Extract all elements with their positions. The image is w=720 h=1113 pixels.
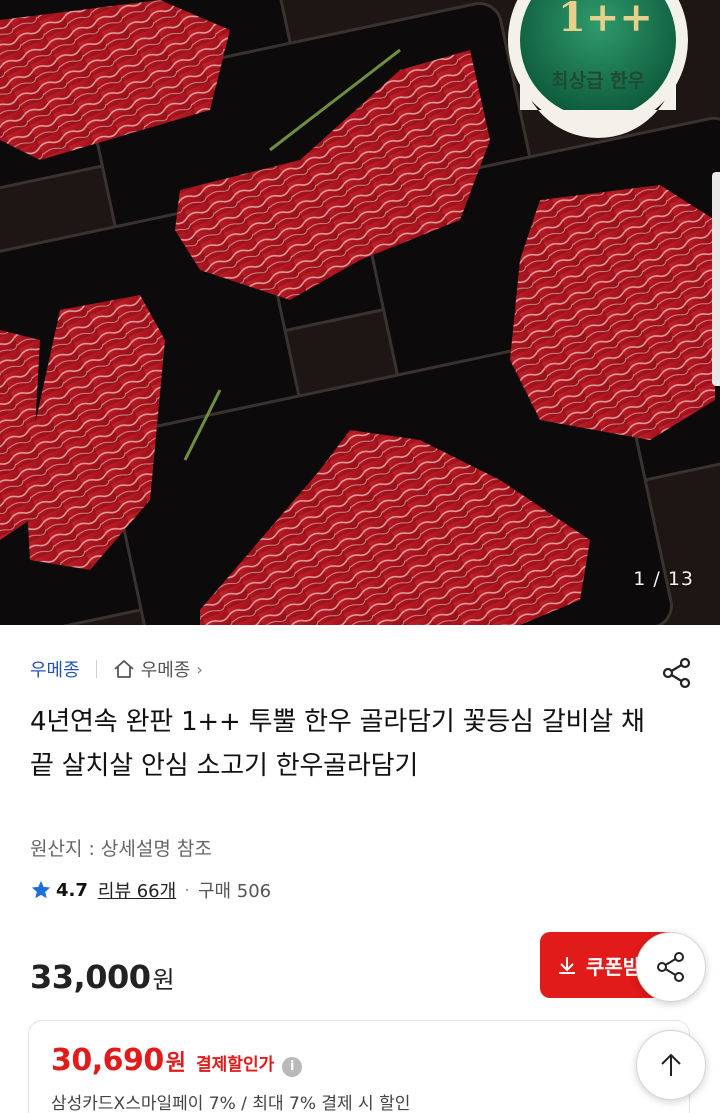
share-icon xyxy=(657,952,684,982)
seller-row: 우메종 우메종 › xyxy=(30,656,203,682)
share-icon[interactable] xyxy=(660,656,694,690)
product-image-gallery[interactable]: 1++ 최상급 한우 1 / 13 xyxy=(0,0,720,625)
review-count-link[interactable]: 리뷰 66개 xyxy=(98,877,176,903)
grade-badge-text: 최상급 한우 xyxy=(550,70,645,92)
product-title: 4년연속 완판 1++ 투뿔 한우 골라담기 꽃등심 갈비살 채끝 살치살 안심… xyxy=(30,707,645,781)
rating-value: 4.7 xyxy=(56,879,88,901)
arrow-up-icon xyxy=(661,1053,681,1076)
purchase-count: 구매 506 xyxy=(197,881,272,902)
chevron-right-icon: › xyxy=(196,659,203,679)
discount-price: 30,690 원 결제할인가 i xyxy=(51,1043,303,1078)
floating-share-button[interactable] xyxy=(636,932,706,1002)
info-icon[interactable]: i xyxy=(282,1056,303,1077)
store-link[interactable]: 우메종 › xyxy=(113,656,203,682)
grade-badge-label: 1++ xyxy=(558,0,653,41)
image-counter: 1 / 13 xyxy=(633,568,694,590)
discount-price-currency: 원 xyxy=(165,1051,187,1076)
home-icon xyxy=(114,660,134,678)
star-icon xyxy=(31,880,51,899)
discount-description: 삼성카드X스마일페이 7% / 최대 7% 결제 시 할인 xyxy=(51,1094,411,1113)
payment-discount-card: 30,690 원 결제할인가 i 삼성카드X스마일페이 7% / 최대 7% 결… xyxy=(28,1020,690,1113)
divider xyxy=(95,660,97,678)
product-photo xyxy=(0,0,720,625)
discount-label: 결제할인가 xyxy=(196,1055,275,1075)
scrollbar-thumb[interactable] xyxy=(712,172,720,386)
scroll-to-top-button[interactable] xyxy=(636,1030,706,1100)
seller-name-link[interactable]: 우메종 xyxy=(30,656,80,682)
dot-separator: · xyxy=(184,879,190,901)
coupon-label: 쿠폰받 xyxy=(586,954,642,979)
download-icon xyxy=(559,957,575,974)
discount-price-value: 30,690 xyxy=(51,1043,164,1078)
rating-row: 4.7 리뷰 66개 · 구매 506 xyxy=(30,877,271,903)
origin-info: 원산지 : 상세설명 참조 xyxy=(30,838,212,860)
price-currency: 원 xyxy=(152,966,175,994)
store-name: 우메종 xyxy=(140,660,191,681)
product-price: 33,000원 xyxy=(30,958,175,996)
price-value: 33,000 xyxy=(30,958,151,996)
